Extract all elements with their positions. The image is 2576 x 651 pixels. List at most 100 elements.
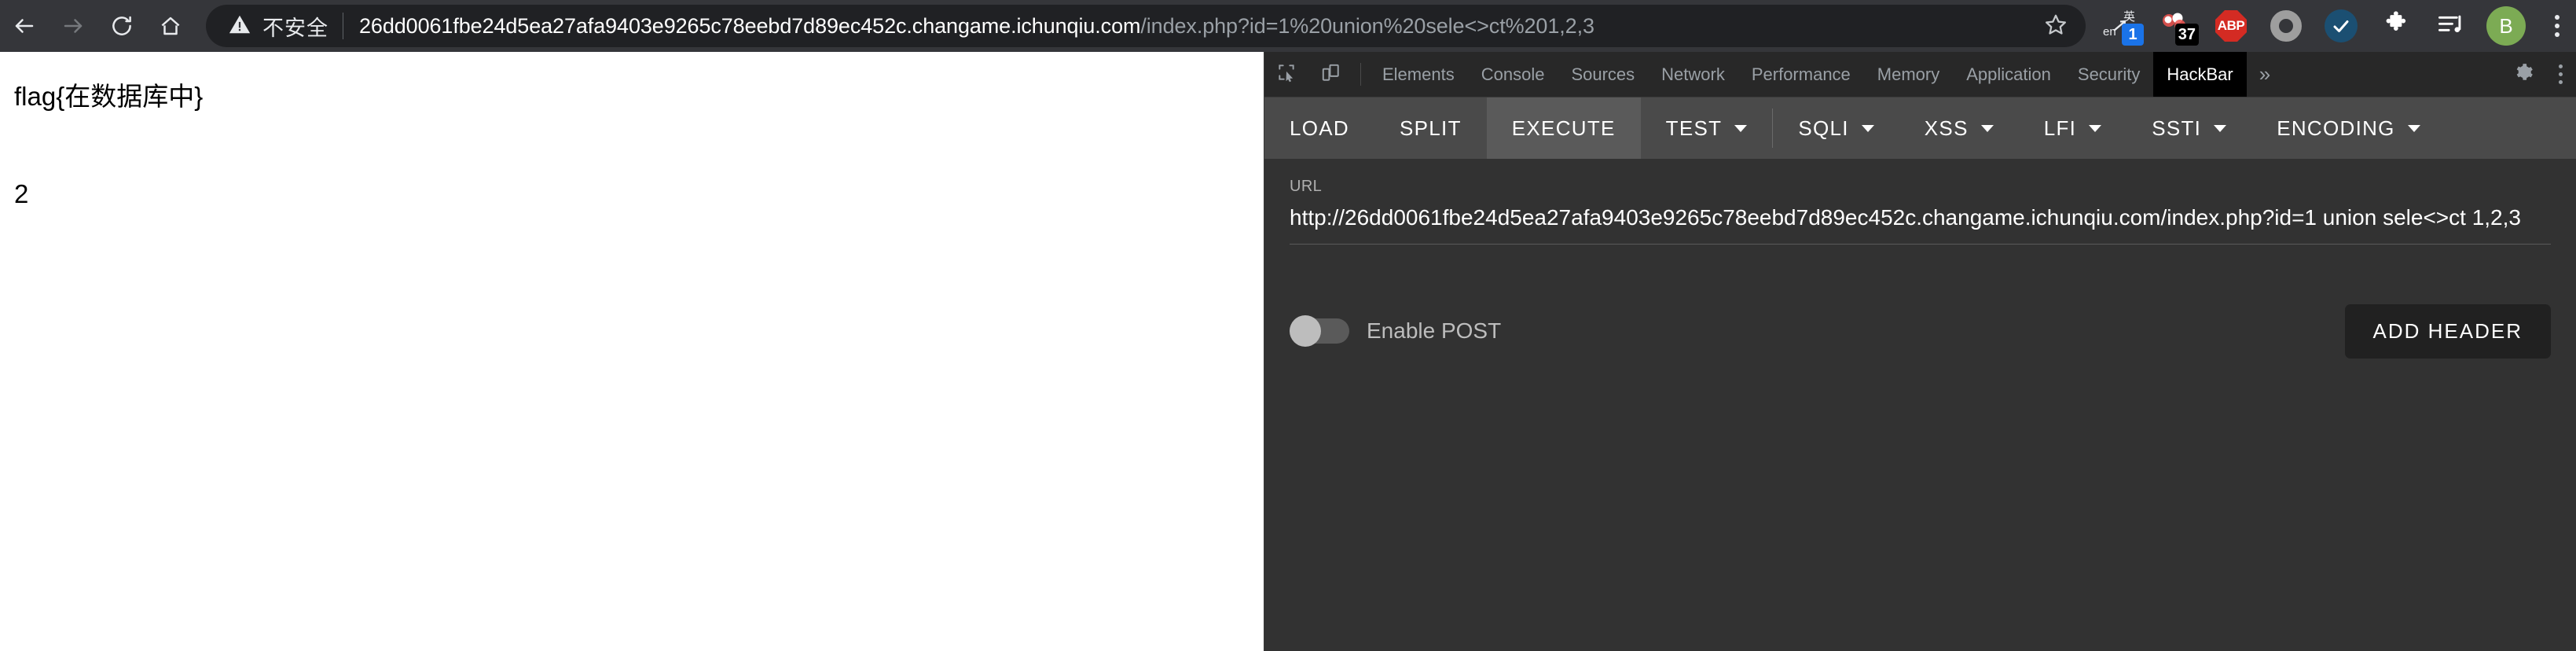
page-content: flag{在数据库中} 2 bbox=[0, 52, 1264, 238]
hackbar-sqli-label: SQLI bbox=[1798, 116, 1849, 140]
hackbar-execute-button[interactable]: EXECUTE bbox=[1486, 97, 1641, 159]
adblock-plus-extension-button[interactable]: ABP bbox=[2207, 2, 2255, 50]
hackbar-body: URL http://26dd0061fbe24d5ea27afa9403e92… bbox=[1264, 159, 2576, 651]
device-toolbar-button[interactable] bbox=[1308, 52, 1352, 97]
hackbar-options-row: Enable POST ADD HEADER bbox=[1290, 303, 2551, 359]
hackbar-execute-label: EXECUTE bbox=[1511, 116, 1616, 140]
hackbar-xss-button[interactable]: XSS bbox=[1899, 97, 2019, 159]
arrow-left-icon bbox=[13, 14, 36, 38]
checkmark-extension-button[interactable] bbox=[2317, 2, 2365, 50]
profile-avatar-button[interactable]: B bbox=[2482, 2, 2530, 50]
chevron-down-icon bbox=[2214, 124, 2227, 132]
devtools-settings-button[interactable] bbox=[2502, 62, 2545, 86]
tab-console[interactable]: Console bbox=[1468, 52, 1558, 97]
back-button[interactable] bbox=[0, 2, 49, 50]
three-dots-vertical-icon bbox=[2555, 15, 2559, 20]
url-host: 26dd0061fbe24d5ea27afa9403e9265c78eebd7d… bbox=[359, 13, 1141, 38]
devtools-toolbar-divider bbox=[1360, 63, 1361, 86]
tab-application[interactable]: Application bbox=[1953, 52, 2064, 97]
inspect-element-icon bbox=[1276, 62, 1297, 86]
enable-post-toggle-group[interactable]: Enable POST bbox=[1290, 315, 1502, 348]
hackbar-ssti-button[interactable]: SSTI bbox=[2126, 97, 2251, 159]
chevron-down-icon bbox=[1734, 124, 1748, 132]
enable-post-label: Enable POST bbox=[1367, 318, 1502, 344]
address-bar[interactable]: 不安全 26dd0061fbe24d5ea27afa9403e9265c78ee… bbox=[206, 5, 2086, 47]
hackbar-url-field[interactable]: URL http://26dd0061fbe24d5ea27afa9403e92… bbox=[1290, 178, 2551, 245]
chevron-down-icon bbox=[2407, 124, 2420, 132]
tab-network[interactable]: Network bbox=[1648, 52, 1738, 97]
bookmark-button[interactable] bbox=[2034, 4, 2078, 48]
chevron-down-icon bbox=[2089, 124, 2102, 132]
extensions-area: en 英 1 37 ABP B bbox=[2097, 2, 2538, 50]
hackbar-lfi-label: LFI bbox=[2043, 116, 2077, 140]
proxy-switchy-extension-button[interactable]: 37 bbox=[2152, 2, 2200, 50]
tab-memory[interactable]: Memory bbox=[1864, 52, 1953, 97]
hackbar-panel: LOAD SPLIT EXECUTE TEST SQLI XSS LFI SST… bbox=[1264, 97, 2576, 651]
hackbar-sqli-button[interactable]: SQLI bbox=[1773, 97, 1899, 159]
hackbar-lfi-button[interactable]: LFI bbox=[2019, 97, 2126, 159]
browser-toolbar: 不安全 26dd0061fbe24d5ea27afa9403e9265c78ee… bbox=[0, 0, 2576, 52]
hackbar-xss-label: XSS bbox=[1924, 116, 1969, 140]
hackbar-url-label: URL bbox=[1290, 178, 1323, 195]
reload-button[interactable] bbox=[97, 2, 146, 50]
enable-post-toggle[interactable] bbox=[1290, 315, 1349, 348]
hackbar-load-button[interactable]: LOAD bbox=[1264, 97, 1374, 159]
devtools-panel: Elements Console Sources Network Perform… bbox=[1264, 52, 2576, 651]
chevron-down-icon bbox=[1861, 124, 1874, 132]
translate-badge-count: 1 bbox=[2122, 24, 2144, 46]
hackbar-load-label: LOAD bbox=[1290, 116, 1350, 140]
devtools-right-controls bbox=[2486, 52, 2576, 97]
page-result-text: 2 bbox=[14, 178, 29, 208]
add-header-button[interactable]: ADD HEADER bbox=[2344, 303, 2551, 359]
tab-elements[interactable]: Elements bbox=[1369, 52, 1468, 97]
tab-hackbar[interactable]: HackBar bbox=[2153, 52, 2247, 97]
page-viewport: flag{在数据库中} 2 bbox=[0, 52, 1264, 651]
translate-extension-button[interactable]: en 英 1 bbox=[2097, 2, 2145, 50]
avatar: B bbox=[2486, 6, 2526, 46]
tab-sources[interactable]: Sources bbox=[1558, 52, 1648, 97]
media-playlist-button[interactable] bbox=[2427, 2, 2475, 50]
hackbar-encoding-button[interactable]: ENCODING bbox=[2251, 97, 2446, 159]
devtools-overflow-button[interactable] bbox=[2545, 52, 2576, 97]
hackbar-test-label: TEST bbox=[1665, 116, 1723, 140]
site-security-chip[interactable]: 不安全 bbox=[228, 11, 343, 42]
chevron-down-icon bbox=[1980, 124, 1994, 132]
devtools-tabbar: Elements Console Sources Network Perform… bbox=[1264, 52, 2576, 97]
hackbar-test-button[interactable]: TEST bbox=[1641, 97, 1773, 159]
arrow-right-icon bbox=[61, 14, 85, 38]
home-icon bbox=[159, 14, 182, 38]
extensions-puzzle-icon bbox=[2382, 10, 2410, 42]
extensions-menu-button[interactable] bbox=[2372, 2, 2420, 50]
hackbar-encoding-label: ENCODING bbox=[2277, 116, 2395, 140]
proxy-badge-count: 37 bbox=[2174, 24, 2199, 46]
home-button[interactable] bbox=[146, 2, 195, 50]
toggle-knob bbox=[1290, 315, 1321, 348]
hackbar-toolbar: LOAD SPLIT EXECUTE TEST SQLI XSS LFI SST… bbox=[1264, 97, 2576, 159]
hackbar-split-button[interactable]: SPLIT bbox=[1374, 97, 1487, 159]
warning-triangle-icon bbox=[228, 13, 251, 40]
gear-icon bbox=[2513, 62, 2534, 86]
media-playlist-icon bbox=[2437, 12, 2465, 41]
checkmark-extension-icon bbox=[2325, 9, 2358, 42]
page-flag-text: flag{在数据库中} bbox=[14, 82, 204, 111]
inspect-element-button[interactable] bbox=[1264, 52, 1308, 97]
security-status-text: 不安全 bbox=[262, 16, 328, 40]
url-display[interactable]: 26dd0061fbe24d5ea27afa9403e9265c78eebd7d… bbox=[343, 14, 2034, 39]
url-path: /index.php?id=1%20union%20sele<>ct%201,2… bbox=[1140, 13, 1594, 38]
reload-icon bbox=[110, 14, 134, 38]
more-tabs-button[interactable]: » bbox=[2247, 52, 2283, 97]
three-dots-vertical-icon bbox=[2558, 64, 2563, 68]
ring-extension-button[interactable] bbox=[2262, 2, 2310, 50]
adblock-plus-extension-icon: ABP bbox=[2215, 10, 2247, 42]
tab-security[interactable]: Security bbox=[2064, 52, 2153, 97]
forward-button[interactable] bbox=[49, 2, 97, 50]
ring-extension-icon bbox=[2270, 10, 2302, 42]
device-toolbar-icon bbox=[1320, 62, 1341, 86]
svg-text:en: en bbox=[2103, 25, 2116, 39]
tab-performance[interactable]: Performance bbox=[1738, 52, 1864, 97]
hackbar-split-label: SPLIT bbox=[1400, 116, 1462, 140]
browser-menu-button[interactable] bbox=[2538, 2, 2576, 50]
hackbar-ssti-label: SSTI bbox=[2152, 116, 2202, 140]
star-outline-icon bbox=[2044, 13, 2068, 40]
hackbar-url-input[interactable]: http://26dd0061fbe24d5ea27afa9403e9265c7… bbox=[1290, 204, 2551, 233]
